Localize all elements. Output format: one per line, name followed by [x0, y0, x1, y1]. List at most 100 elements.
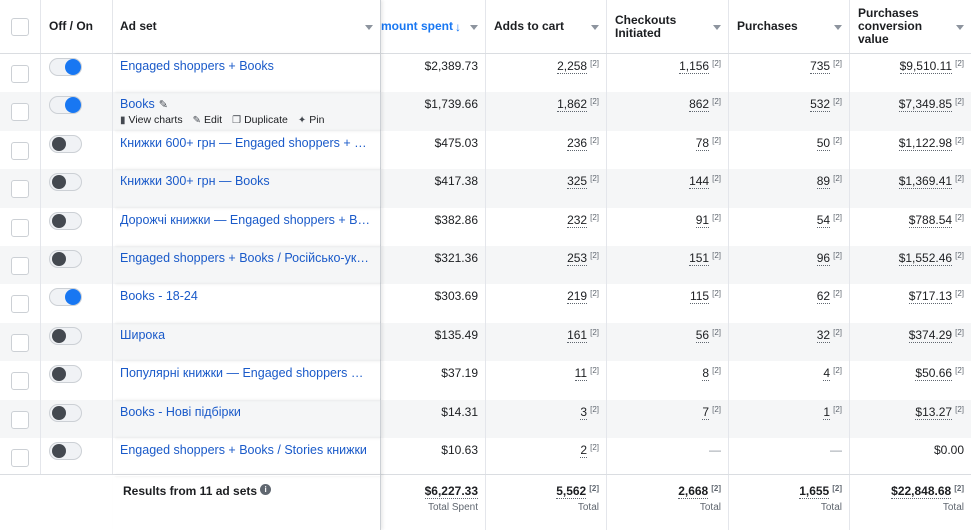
info-icon[interactable]: i [260, 484, 272, 495]
header-ad-set[interactable]: Ad set [113, 0, 381, 53]
ad-set-name-link[interactable]: Books [120, 97, 155, 111]
table-row[interactable]: Engaged shoppers + Books / Російсько-укр… [0, 246, 971, 285]
purchases[interactable]: 735 [2] [810, 59, 842, 74]
total-adds-to-cart[interactable]: 5,562 [2] [556, 484, 599, 499]
adds-to-cart[interactable]: 253 [2] [567, 251, 599, 266]
ad-set-status-toggle[interactable] [49, 58, 82, 76]
purchases[interactable]: 4 [2] [823, 366, 842, 382]
table-row[interactable]: Books - 18-24 $303.69 219 [2] 115 [2] 62 [2… [0, 284, 971, 323]
row-checkbox[interactable] [11, 372, 29, 391]
ad-set-name-link[interactable]: Books - Нові підбірки [120, 405, 241, 419]
checkouts-initiated[interactable]: 8 [2] [702, 366, 721, 382]
checkouts-initiated[interactable]: 144 [2] [689, 174, 721, 190]
purchases-conversion-value[interactable]: $788.54 [2] [908, 212, 964, 228]
purchases-conversion-value[interactable]: $9,510.11 [2] [899, 59, 964, 74]
ad-set-status-toggle[interactable] [49, 211, 82, 230]
purchases-conversion-value[interactable]: $717.13 [2] [908, 289, 964, 305]
column-menu-icon[interactable] [591, 25, 599, 30]
duplicate-button[interactable]: ❐ Duplicate [232, 114, 288, 126]
purchases-conversion-value[interactable]: $1,552.46 [2] [898, 251, 964, 266]
header-purchases[interactable]: Purchases [729, 0, 850, 53]
adds-to-cart[interactable]: 325 [2] [567, 174, 599, 190]
view-charts-button[interactable]: ▮ View charts [120, 114, 183, 126]
adds-to-cart[interactable]: 219 [2] [567, 289, 599, 305]
purchases[interactable]: 89 [2] [816, 174, 842, 190]
ad-set-name-link[interactable]: Engaged shoppers + Books / Stories книжк… [120, 443, 367, 457]
ad-set-status-toggle[interactable] [49, 96, 82, 115]
table-row[interactable]: Engaged shoppers + Books $2,389.73 2,258… [0, 54, 971, 93]
select-all-checkbox[interactable] [11, 17, 29, 36]
table-row[interactable]: Книжки 600+ грн — Engaged shoppers + Boo… [0, 130, 971, 170]
row-checkbox[interactable] [11, 410, 29, 429]
purchases-conversion-value[interactable]: $1,369.41 [2] [898, 174, 964, 190]
rename-pencil-icon[interactable]: ✎ [159, 98, 168, 111]
ad-set-status-toggle[interactable] [49, 134, 82, 153]
ad-set-name-link[interactable]: Книжки 300+ грн — Books [120, 174, 270, 188]
row-checkbox[interactable] [11, 257, 29, 275]
ad-set-status-toggle[interactable] [49, 365, 82, 384]
total-checkouts[interactable]: 2,668 [2] [678, 484, 721, 499]
checkouts-initiated[interactable]: 91 [2] [695, 212, 721, 228]
adds-to-cart[interactable]: 2 [2] [580, 443, 599, 458]
row-checkbox[interactable] [11, 141, 29, 160]
pin-button[interactable]: ✦ Pin [298, 114, 325, 126]
adds-to-cart[interactable]: 2,258 [2] [557, 59, 599, 74]
adds-to-cart[interactable]: 232 [2] [567, 212, 599, 228]
checkouts-initiated[interactable]: 862 [2] [689, 97, 721, 113]
row-checkbox[interactable] [11, 295, 29, 314]
table-row[interactable]: Широка $135.49 161 [2] 56 [2] 32 [2] $374.2… [0, 322, 971, 362]
total-purchases-conversion-value[interactable]: $22,848.68 [2] [891, 484, 964, 499]
table-row[interactable]: Книжки 300+ грн — Books $417.38 325 [2] 1… [0, 169, 971, 208]
ad-set-name-link[interactable]: Books - 18-24 [120, 289, 198, 303]
purchases[interactable]: 532 [2] [810, 97, 842, 113]
purchases[interactable]: 1 [2] [823, 404, 842, 420]
ad-set-status-toggle[interactable] [49, 173, 82, 192]
table-row[interactable]: Популярні книжки — Engaged shoppers + Bo… [0, 361, 971, 400]
table-row[interactable]: Дорожчі книжки — Engaged shoppers + Book… [0, 207, 971, 246]
header-adds-to-cart[interactable]: Adds to cart [486, 0, 607, 53]
checkouts-initiated[interactable]: 151 [2] [689, 251, 721, 266]
purchases-conversion-value[interactable]: $50.66 [2] [915, 366, 964, 382]
adds-to-cart[interactable]: 11 [2] [574, 366, 599, 382]
column-menu-icon[interactable] [713, 25, 721, 30]
row-checkbox[interactable] [11, 180, 29, 199]
row-checkbox[interactable] [11, 449, 29, 467]
header-purchases-conversion-value[interactable]: Purchases conversion value [850, 0, 971, 53]
purchases-conversion-value[interactable]: $13.27 [2] [915, 404, 964, 420]
ad-set-name-link[interactable]: Дорожчі книжки — Engaged shoppers + Book… [120, 213, 370, 227]
checkouts-initiated[interactable]: 1,156 [2] [679, 59, 721, 74]
ad-set-name-link[interactable]: Engaged shoppers + Books / Російсько-укр… [120, 251, 370, 265]
edit-button[interactable]: ✎ Edit [193, 114, 222, 126]
purchases[interactable]: 32 [2] [816, 327, 842, 343]
row-checkbox[interactable] [11, 103, 29, 122]
header-checkouts-initiated[interactable]: Checkouts Initiated [607, 0, 729, 53]
table-row[interactable]: Books - Нові підбірки $14.31 3 [2] 7 [2] 1… [0, 399, 971, 438]
purchases[interactable]: 50 [2] [816, 135, 842, 151]
checkouts-initiated[interactable]: 56 [2] [695, 327, 721, 343]
column-menu-icon[interactable] [956, 25, 964, 30]
adds-to-cart[interactable]: 161 [2] [567, 327, 599, 343]
checkouts-initiated[interactable]: 115 [2] [689, 289, 721, 305]
ad-set-name-link[interactable]: Engaged shoppers + Books [120, 59, 274, 73]
ad-set-status-toggle[interactable] [49, 288, 82, 307]
adds-to-cart[interactable]: 236 [2] [567, 135, 599, 151]
row-checkbox[interactable] [11, 333, 29, 352]
ad-set-status-toggle[interactable] [49, 403, 82, 422]
checkouts-initiated[interactable]: 7 [2] [702, 404, 721, 420]
row-checkbox[interactable] [11, 65, 29, 83]
checkouts-initiated[interactable]: 78 [2] [695, 135, 721, 151]
ad-set-status-toggle[interactable] [49, 250, 82, 268]
purchases-conversion-value[interactable]: $7,349.85 [2] [898, 97, 964, 113]
ad-set-status-toggle[interactable] [49, 442, 82, 460]
column-menu-icon[interactable] [365, 25, 373, 30]
purchases-conversion-value[interactable]: $1,122.98 [2] [898, 135, 964, 151]
ad-set-name-link[interactable]: Книжки 600+ грн — Engaged shoppers + Boo… [120, 136, 370, 150]
ad-set-name-link[interactable]: Широка [120, 328, 165, 342]
ad-set-name-link[interactable]: Популярні книжки — Engaged shoppers + Bo… [120, 366, 370, 380]
purchases[interactable]: 96 [2] [816, 251, 842, 266]
sort-descending-icon[interactable]: ↓ [455, 20, 461, 34]
row-checkbox[interactable] [11, 218, 29, 237]
total-purchases[interactable]: 1,655 [2] [799, 484, 842, 499]
column-menu-icon[interactable] [834, 25, 842, 30]
table-row[interactable]: Engaged shoppers + Books / Stories книжк… [0, 438, 971, 477]
